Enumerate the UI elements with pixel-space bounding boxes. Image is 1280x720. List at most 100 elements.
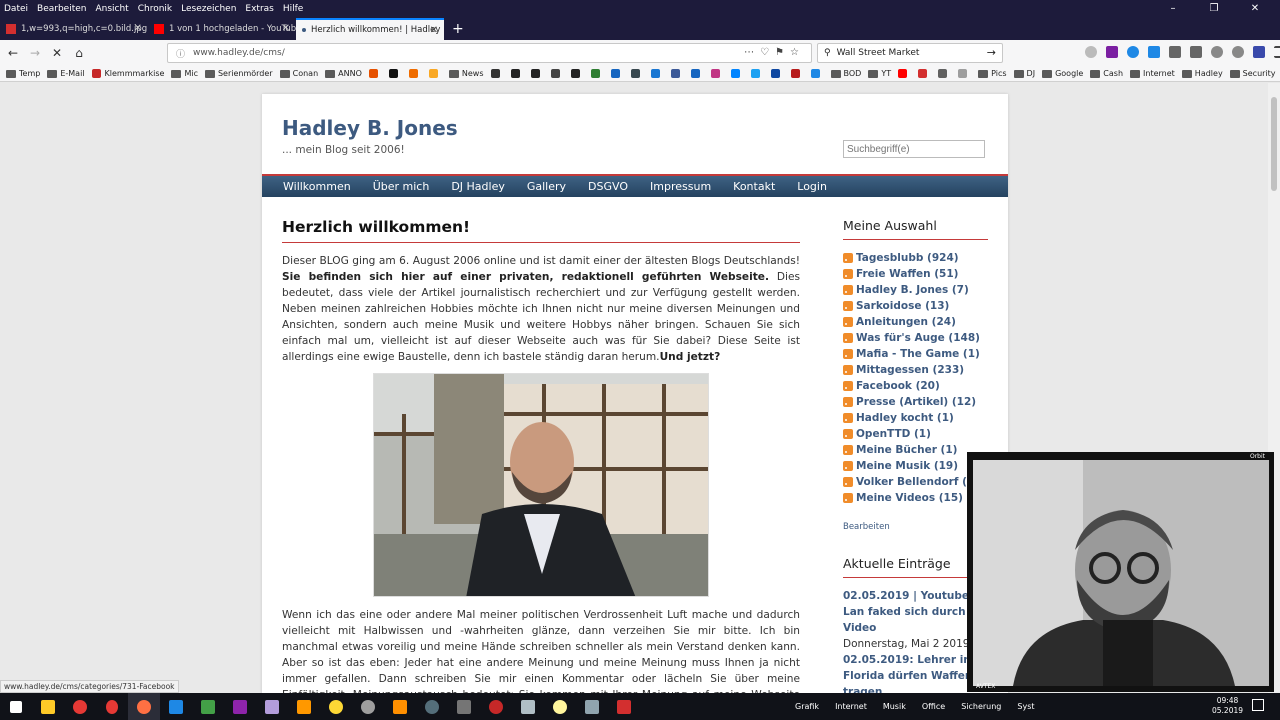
rss-icon[interactable]	[843, 413, 853, 423]
category-item[interactable]: Mittagessen (233)	[843, 362, 988, 378]
app-icon[interactable]	[512, 693, 544, 720]
app-icon[interactable]	[384, 693, 416, 720]
bookmark-item[interactable]	[610, 69, 624, 78]
bookmark-item[interactable]: Conan	[279, 69, 318, 78]
category-label[interactable]: Hadley kocht (1)	[856, 412, 954, 424]
bookmark-item[interactable]	[770, 69, 784, 78]
nav-kontakt[interactable]: Kontakt	[733, 180, 775, 193]
download-icon[interactable]	[1148, 46, 1160, 58]
nav-gallery[interactable]: Gallery	[527, 180, 566, 193]
steam-icon[interactable]	[416, 693, 448, 720]
app-icon[interactable]	[320, 693, 352, 720]
tab-close-icon[interactable]: ✕	[134, 23, 142, 34]
toolbar-grafik[interactable]: Grafik	[795, 702, 819, 711]
url-bar[interactable]: ⓘ www.hadley.de/cms/ ⋯♡⚑☆	[167, 43, 812, 63]
url-text[interactable]: www.hadley.de/cms/	[193, 48, 285, 58]
menu-hilfe[interactable]: Hilfe	[283, 4, 303, 14]
menu-bearbeiten[interactable]: Bearbeiten	[37, 4, 86, 14]
category-label[interactable]: Mittagessen (233)	[856, 364, 964, 376]
site-title[interactable]: Hadley B. Jones	[282, 116, 458, 140]
category-label[interactable]: Hadley B. Jones (7)	[856, 284, 969, 296]
rss-icon[interactable]	[843, 253, 853, 263]
restore-icon[interactable]: ❐	[1198, 0, 1230, 18]
bookmark-item[interactable]	[590, 69, 604, 78]
search-value[interactable]: Wall Street Market	[837, 48, 920, 58]
tab-youtube[interactable]: 1 von 1 hochgeladen - YouTub ✕	[148, 18, 296, 40]
app-icon[interactable]	[544, 693, 576, 720]
rss-icon[interactable]	[843, 317, 853, 327]
extension-icon[interactable]	[1106, 46, 1118, 58]
app-icon[interactable]	[480, 693, 512, 720]
bookmark-item[interactable]	[790, 69, 804, 78]
close-icon[interactable]: ✕	[1239, 0, 1271, 18]
bookmark-item[interactable]: Pics	[978, 69, 1007, 78]
category-item[interactable]: Facebook (20)	[843, 378, 988, 394]
nav-willkommen[interactable]: Willkommen	[283, 180, 351, 193]
category-item[interactable]: Mafia - The Game (1)	[843, 346, 988, 362]
category-item[interactable]: Presse (Artikel) (12)	[843, 394, 988, 410]
bookmark-item[interactable]	[810, 69, 824, 78]
category-item[interactable]: Hadley B. Jones (7)	[843, 282, 988, 298]
sync-icon[interactable]	[1211, 46, 1223, 58]
back-icon[interactable]: ←	[2, 46, 24, 60]
nav-login[interactable]: Login	[797, 180, 827, 193]
info-icon[interactable]: ⓘ	[176, 47, 185, 60]
category-label[interactable]: Volker Bellendorf (9)	[856, 476, 979, 488]
bookmark-item[interactable]	[710, 69, 724, 78]
toolbar-internet[interactable]: Internet	[835, 702, 867, 711]
bookmark-item[interactable]	[958, 69, 971, 78]
bookmark-item[interactable]	[510, 69, 524, 78]
menu-ansicht[interactable]: Ansicht	[95, 4, 128, 14]
nav-dsgvo[interactable]: DSGVO	[588, 180, 628, 193]
rss-icon[interactable]	[843, 381, 853, 391]
toolbar-sicherung[interactable]: Sicherung	[961, 702, 1001, 711]
bookmark-item[interactable]: DJ	[1013, 69, 1035, 78]
toolbar-musik[interactable]: Musik	[883, 702, 906, 711]
bookmark-item[interactable]	[490, 69, 504, 78]
app-icon[interactable]	[576, 693, 608, 720]
category-label[interactable]: Meine Videos (15)	[856, 492, 963, 504]
bookmark-item[interactable]: Serienmörder	[204, 69, 273, 78]
bookmark-item[interactable]	[388, 69, 402, 78]
bookmark-item[interactable]: News	[448, 69, 484, 78]
chrome-icon[interactable]	[64, 693, 96, 720]
rss-icon[interactable]	[843, 445, 853, 455]
category-item[interactable]: OpenTTD (1)	[843, 426, 988, 442]
account-icon[interactable]	[1232, 46, 1244, 58]
bookmark-item[interactable]: Hadley	[1181, 69, 1223, 78]
notification-center-icon[interactable]	[1252, 699, 1264, 711]
rss-icon[interactable]	[843, 429, 853, 439]
bookmark-item[interactable]: Google	[1042, 69, 1083, 78]
start-icon[interactable]	[0, 693, 32, 720]
notification-icon[interactable]	[1253, 46, 1265, 58]
site-search-input[interactable]	[843, 140, 985, 158]
rss-icon[interactable]	[843, 493, 853, 503]
bookmark-item[interactable]	[368, 69, 382, 78]
category-item[interactable]: Was für's Auge (148)	[843, 330, 988, 346]
category-label[interactable]: Sarkoidose (13)	[856, 300, 949, 312]
search-bar[interactable]: ⚲ Wall Street Market →	[817, 43, 1003, 63]
extension-icon[interactable]	[1085, 46, 1097, 58]
rss-icon[interactable]	[843, 301, 853, 311]
home-icon[interactable]: ⌂	[68, 46, 90, 60]
app-icon[interactable]	[192, 693, 224, 720]
app-icon[interactable]	[160, 693, 192, 720]
bookmark-item[interactable]	[630, 69, 644, 78]
category-label[interactable]: Was für's Auge (148)	[856, 332, 980, 344]
bookmark-item[interactable]	[938, 69, 951, 78]
bookmark-item[interactable]: Temp	[6, 69, 40, 78]
nav-impressum[interactable]: Impressum	[650, 180, 711, 193]
menu-extras[interactable]: Extras	[245, 4, 273, 14]
category-label[interactable]: Anleitungen (24)	[856, 316, 956, 328]
rss-icon[interactable]	[843, 349, 853, 359]
bookmark-item[interactable]	[530, 69, 544, 78]
category-label[interactable]: Meine Bücher (1)	[856, 444, 957, 456]
category-item[interactable]: Tagesblubb (924)	[843, 250, 988, 266]
app-icon[interactable]	[256, 693, 288, 720]
vlc-icon[interactable]	[288, 693, 320, 720]
bookmark-item[interactable]: Mic	[171, 69, 198, 78]
category-item[interactable]: Hadley kocht (1)	[843, 410, 988, 426]
minimize-icon[interactable]: –	[1157, 0, 1189, 18]
menu-icon[interactable]	[1274, 46, 1280, 58]
bookmark-item[interactable]	[428, 69, 442, 78]
